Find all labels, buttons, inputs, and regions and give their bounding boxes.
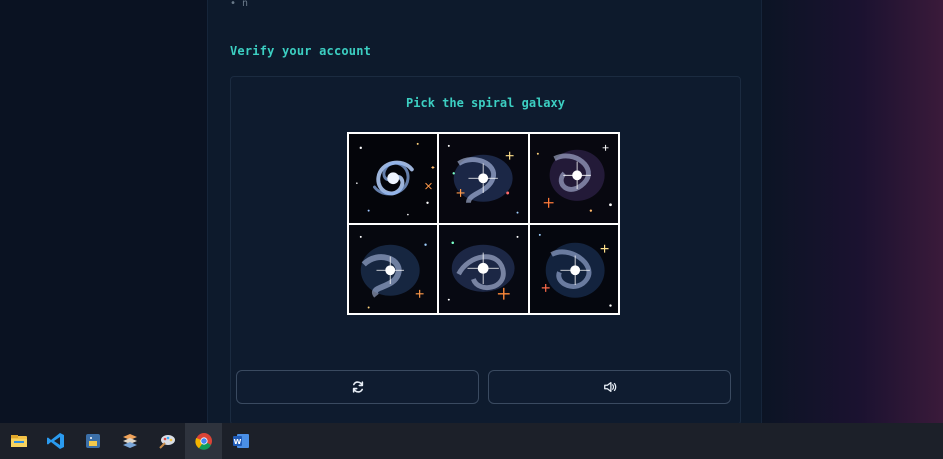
- captcha-tile-3[interactable]: [529, 134, 618, 223]
- captcha-image-grid: [347, 132, 620, 315]
- star-cluster-image: [529, 134, 618, 223]
- refresh-button[interactable]: [236, 370, 479, 404]
- speaker-icon: [603, 381, 616, 393]
- captcha-prompt: Pick the spiral galaxy: [406, 96, 565, 110]
- desktop-background-left: [0, 0, 207, 423]
- star-cluster-image: [439, 224, 528, 313]
- spiral-galaxy-image: [349, 134, 438, 223]
- desktop-background-right: [760, 0, 943, 423]
- vscode-icon[interactable]: [37, 423, 74, 459]
- star-cluster-image: [439, 134, 528, 223]
- top-cropped-text: • n: [230, 0, 249, 9]
- captcha-tile-1[interactable]: [349, 134, 438, 223]
- chrome-icon[interactable]: [185, 423, 222, 459]
- audio-challenge-button[interactable]: [488, 370, 731, 404]
- verification-panel: • n Verify your account Pick the spiral …: [207, 0, 762, 425]
- word-icon[interactable]: W: [222, 423, 259, 459]
- python-icon[interactable]: [74, 423, 111, 459]
- captcha-tile-6[interactable]: [529, 224, 618, 313]
- star-cluster-image: [349, 224, 438, 313]
- stack-icon[interactable]: [111, 423, 148, 459]
- taskbar: W: [0, 423, 943, 459]
- svg-text:W: W: [233, 438, 241, 446]
- captcha-container: Pick the spiral galaxy: [230, 76, 741, 425]
- verify-title: Verify your account: [230, 44, 372, 58]
- star-cluster-image: [529, 224, 618, 313]
- file-explorer-icon[interactable]: [0, 423, 37, 459]
- captcha-tile-5[interactable]: [439, 224, 528, 313]
- captcha-tile-2[interactable]: [439, 134, 528, 223]
- refresh-icon: [352, 381, 363, 393]
- paint-icon[interactable]: [148, 423, 185, 459]
- captcha-tile-4[interactable]: [349, 224, 438, 313]
